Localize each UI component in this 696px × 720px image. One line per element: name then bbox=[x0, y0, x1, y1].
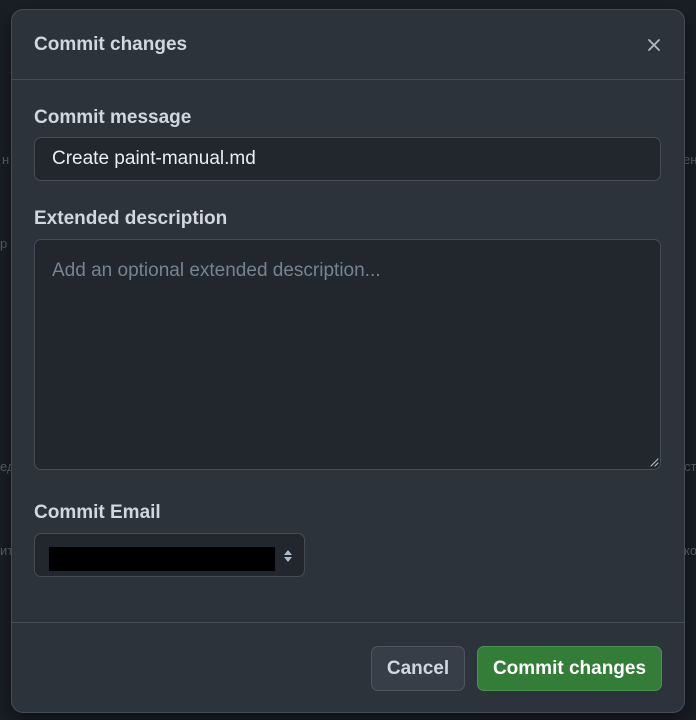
sort-arrows-icon bbox=[284, 550, 292, 562]
close-button[interactable] bbox=[640, 31, 668, 59]
extended-description-textarea[interactable] bbox=[34, 239, 661, 470]
commit-dialog: Commit changes Commit message Extended d… bbox=[11, 9, 685, 713]
commit-message-input[interactable] bbox=[34, 137, 661, 181]
background-text-fragment: ко bbox=[684, 543, 696, 558]
dialog-header: Commit changes bbox=[12, 10, 684, 80]
dialog-footer: Cancel Commit changes bbox=[12, 622, 684, 712]
commit-changes-button[interactable]: Commit changes bbox=[477, 646, 662, 691]
commit-message-label: Commit message bbox=[34, 107, 192, 128]
commit-email-label: Commit Email bbox=[34, 502, 161, 523]
commit-email-select[interactable] bbox=[34, 533, 305, 577]
background-text-fragment: р bbox=[0, 236, 8, 251]
x-icon bbox=[648, 39, 660, 51]
dialog-title: Commit changes bbox=[34, 34, 188, 55]
resize-handle-icon[interactable] bbox=[650, 458, 659, 467]
background-text-fragment: н bbox=[2, 152, 10, 167]
redacted-email-value bbox=[49, 547, 275, 571]
extended-description-label: Extended description bbox=[34, 208, 228, 229]
background-text-fragment: ст bbox=[684, 459, 696, 474]
cancel-button[interactable]: Cancel bbox=[371, 646, 465, 691]
